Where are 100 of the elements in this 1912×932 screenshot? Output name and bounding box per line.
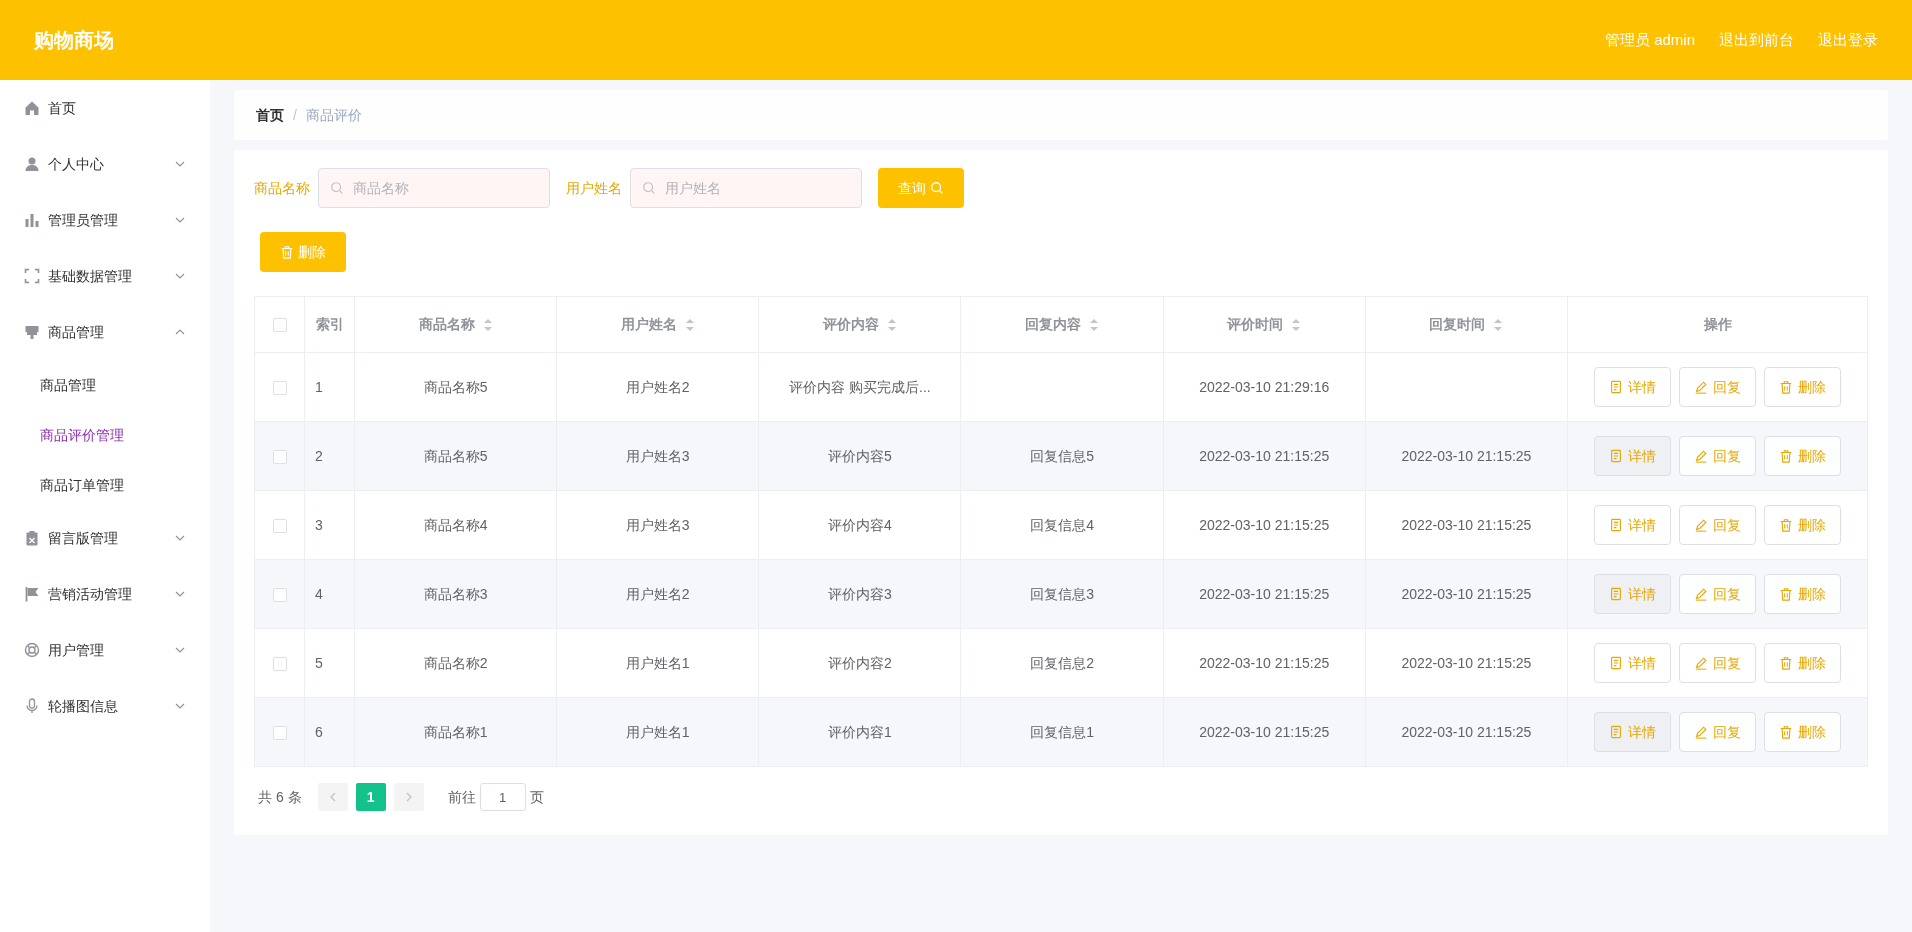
scan-frame-icon [24,268,40,284]
pencil-icon [1694,656,1708,670]
breadcrumb-link[interactable]: 首页 [256,104,284,126]
column-header[interactable]: 评价时间 [1227,314,1302,335]
delete-button[interactable]: 删除 [1764,505,1841,545]
search-field[interactable]: 商品名称 [318,168,550,208]
clipboard-icon [24,530,40,546]
home-icon [24,100,40,116]
column-header: 操作 [1703,315,1732,334]
header-link[interactable]: 管理员 admin [1604,28,1695,52]
row-checkbox[interactable] [272,449,287,464]
sidebar-item[interactable]: 管理员管理 [0,192,210,248]
reply-button[interactable]: 回复 [1679,712,1756,752]
table-cell: 回复信息3 [1030,585,1094,602]
column-header: 索引 [315,315,344,334]
app-title: 购物商场 [34,28,114,53]
row-checkbox[interactable] [272,656,287,671]
row-index: 3 [315,516,323,533]
row-checkbox[interactable] [272,725,287,740]
sidebar-item[interactable]: 留言版管理 [0,510,210,566]
page-suffix: 页 [529,787,544,807]
column-header[interactable]: 回复时间 [1429,314,1504,335]
pencil-icon [1694,725,1708,739]
document-icon [1609,587,1623,601]
page-button[interactable]: 1 [355,783,386,811]
table-cell: 用户姓名1 [625,654,690,671]
table-cell: 2022-03-10 21:15:25 [1401,654,1532,671]
detail-button[interactable]: 详情 [1594,574,1671,614]
row-checkbox[interactable] [272,587,287,602]
page-number-field[interactable]: 1 [479,783,526,811]
sort-icon [1493,317,1504,332]
table-cell: 评价内容3 [828,585,892,602]
sidebar-subitem[interactable]: 商品管理 [0,360,210,410]
table-cell: 2022-03-10 21:29:16 [1199,378,1330,395]
row-index: 1 [315,378,323,395]
total-count: 共 6 条 [258,787,302,807]
table-cell: 2022-03-10 21:15:25 [1401,723,1532,740]
flag-icon [24,586,40,602]
trash-icon [1779,449,1793,463]
sidebar-item[interactable]: 个人中心 [0,136,210,192]
row-index: 2 [315,447,323,464]
table-cell: 2022-03-10 21:15:25 [1199,585,1330,602]
delete-button[interactable]: 删除 [260,232,346,272]
sidebar-subitem[interactable]: 商品订单管理 [0,460,210,510]
detail-button[interactable]: 详情 [1594,367,1671,407]
delete-button[interactable]: 删除 [1764,367,1841,407]
previous-page-button[interactable] [317,783,348,811]
document-icon [1609,656,1623,670]
sidebar-item[interactable]: 商品管理 [0,304,210,360]
table-cell: 商品名称2 [423,654,488,671]
row-checkbox[interactable] [272,518,287,533]
next-page-button[interactable] [393,783,424,811]
sort-icon [886,317,897,332]
reply-button[interactable]: 回复 [1679,436,1756,476]
delete-button[interactable]: 删除 [1764,574,1841,614]
document-icon [1609,725,1623,739]
trash-icon [1779,380,1793,394]
sidebar-item[interactable]: 基础数据管理 [0,248,210,304]
column-header[interactable]: 回复内容 [1025,314,1100,335]
sort-icon [684,317,695,332]
table-cell: 2022-03-10 21:15:25 [1199,447,1330,464]
table-cell: 回复信息4 [1030,516,1094,533]
reply-button[interactable]: 回复 [1679,574,1756,614]
row-checkbox[interactable] [272,380,287,395]
row-index: 4 [315,585,323,602]
delete-button[interactable]: 删除 [1764,712,1841,752]
pencil-icon [1694,449,1708,463]
header-link[interactable]: 退出登录 [1818,28,1878,52]
document-icon [1609,380,1623,394]
column-header[interactable]: 商品名称 [418,314,493,335]
search-button[interactable]: 查询 [878,168,964,208]
sidebar-item[interactable]: 轮播图信息 [0,678,210,734]
select-all-checkbox[interactable] [272,318,287,333]
table-cell: 回复信息5 [1030,447,1094,464]
reply-button[interactable]: 回复 [1679,367,1756,407]
table-cell: 评价内容2 [828,654,892,671]
search-field[interactable]: 用户姓名 [630,168,862,208]
header-link[interactable]: 退出到前台 [1719,28,1794,52]
field-label: 用户姓名 [566,178,622,198]
detail-button[interactable]: 详情 [1594,436,1671,476]
search-icon [930,181,944,195]
sidebar-item[interactable]: 用户管理 [0,622,210,678]
delete-button[interactable]: 删除 [1764,436,1841,476]
row-index: 6 [315,723,323,740]
trash-icon [1779,587,1793,601]
reply-button[interactable]: 回复 [1679,643,1756,683]
user-icon [24,156,40,172]
column-header[interactable]: 评价内容 [822,314,897,335]
delete-button[interactable]: 删除 [1764,643,1841,683]
table-cell: 商品名称4 [423,516,488,533]
detail-button[interactable]: 详情 [1594,505,1671,545]
table-cell: 评价内容1 [828,723,892,740]
sidebar-subitem[interactable]: 商品评价管理 [0,410,210,460]
reply-button[interactable]: 回复 [1679,505,1756,545]
column-header[interactable]: 用户姓名 [620,314,695,335]
sidebar-item[interactable]: 首页 [0,80,210,136]
search-icon [330,181,344,195]
sidebar-item[interactable]: 营销活动管理 [0,566,210,622]
detail-button[interactable]: 详情 [1594,712,1671,752]
detail-button[interactable]: 详情 [1594,643,1671,683]
